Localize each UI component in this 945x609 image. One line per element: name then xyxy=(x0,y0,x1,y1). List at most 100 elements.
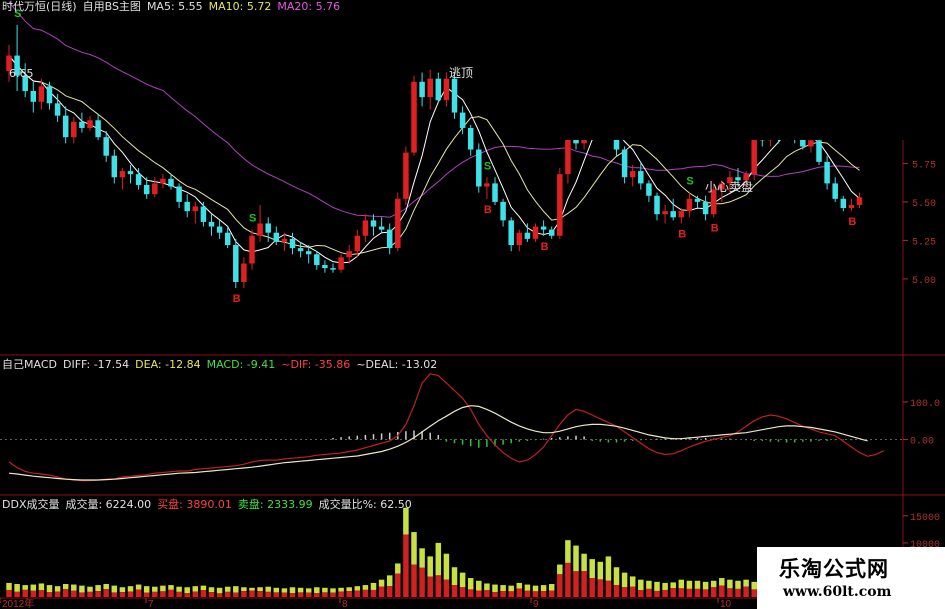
sell-volume-segment xyxy=(476,580,482,591)
sell-volume-segment xyxy=(265,586,271,592)
candle-body xyxy=(200,206,207,222)
volume-bar xyxy=(451,567,458,597)
candle-body xyxy=(557,174,563,236)
overlay-block-middle xyxy=(285,279,660,329)
volume-bar xyxy=(87,586,93,597)
sell-volume-segment xyxy=(386,575,393,587)
candle xyxy=(14,24,20,92)
volume-bar xyxy=(330,588,336,597)
volume-indicator-name[interactable]: DDX成交量 xyxy=(2,498,59,511)
candle xyxy=(87,115,93,132)
sell-volume-segment xyxy=(378,579,385,587)
volume-bar xyxy=(265,586,271,597)
ma5-label: MA5: 5.55 xyxy=(146,0,203,13)
sell-volume-segment xyxy=(484,583,490,591)
candle xyxy=(467,124,474,156)
candle-body xyxy=(346,251,352,258)
candle xyxy=(702,195,709,221)
volume-bar xyxy=(370,582,377,597)
candle xyxy=(297,241,304,258)
sell-volume-segment xyxy=(686,580,693,589)
volume-bar xyxy=(629,576,636,597)
buy-volume-segment xyxy=(62,589,69,597)
buy-volume-segment xyxy=(743,586,749,597)
candle xyxy=(241,257,247,289)
volume-label: 成交量: 6224.00 xyxy=(65,498,152,511)
buy-volume-segment xyxy=(395,573,401,597)
sell-volume-segment xyxy=(54,586,61,592)
candle-body xyxy=(281,238,288,242)
volume-bar xyxy=(152,586,158,597)
candle-body xyxy=(314,254,320,266)
stock-name[interactable]: 时代万恒(日线) xyxy=(2,0,77,13)
sell-volume-segment xyxy=(694,580,701,589)
buy-volume-segment xyxy=(38,590,45,597)
candle-body xyxy=(305,251,312,255)
candle-body xyxy=(176,186,182,202)
candle-body xyxy=(646,183,652,196)
buy-volume-segment xyxy=(386,586,393,597)
date-tick-label: 2012年 xyxy=(2,597,34,609)
volume-bar xyxy=(646,580,652,597)
candle-body xyxy=(540,226,547,230)
sell-volume-segment xyxy=(743,579,749,587)
candle xyxy=(273,226,280,246)
buy-volume-segment xyxy=(589,578,595,597)
buy-volume-segment xyxy=(508,591,514,597)
dea-label: DEA: -12.84 xyxy=(135,358,201,371)
buy-volume-segment xyxy=(200,590,207,597)
sell-volume-segment xyxy=(338,587,344,592)
candle xyxy=(192,201,199,224)
sell-volume-segment xyxy=(38,583,45,591)
buy-volume-segment xyxy=(654,590,660,597)
sell-volume-segment xyxy=(330,588,336,593)
volume-bar xyxy=(111,585,118,597)
volume-bar xyxy=(621,572,628,597)
candle xyxy=(856,192,863,209)
sell-volume-segment xyxy=(362,585,369,590)
buy-signal: B xyxy=(848,216,856,228)
sell-volume-segment xyxy=(135,584,142,590)
candle-body xyxy=(370,220,377,227)
candle xyxy=(427,69,433,110)
buy-signal: B xyxy=(541,241,549,253)
macd-name[interactable]: 自己MACD xyxy=(2,358,57,371)
sell-volume-segment xyxy=(516,582,523,589)
candle-body xyxy=(403,152,409,199)
candle-body xyxy=(62,115,69,138)
buy-volume-segment xyxy=(540,591,547,597)
candle xyxy=(362,214,369,242)
sell-volume-segment xyxy=(249,587,255,591)
candle-body xyxy=(111,155,118,178)
sell-volume-segment xyxy=(662,582,668,590)
sell-volume-segment xyxy=(451,567,458,586)
buy-volume-segment xyxy=(443,579,450,597)
indicator-name[interactable]: 自用BS主图 xyxy=(83,0,141,13)
candle-body xyxy=(686,198,693,212)
candle-body xyxy=(30,91,37,102)
buy-volume-segment xyxy=(378,586,385,597)
candle xyxy=(378,217,385,233)
sell-volume-segment xyxy=(184,587,190,594)
sell-volume-segment xyxy=(411,532,417,565)
buy-volume-segment xyxy=(597,579,604,597)
volume-bar xyxy=(338,587,344,597)
candle-body xyxy=(629,171,636,178)
volume-bar xyxy=(662,582,668,597)
buy-volume-segment xyxy=(476,590,482,597)
candle-body xyxy=(241,263,247,282)
buy-volume-segment xyxy=(435,575,442,597)
volume-bar xyxy=(224,586,231,597)
sell-volume-segment xyxy=(467,578,474,590)
candle xyxy=(152,177,158,198)
candle-body xyxy=(395,198,401,249)
buy-volume-segment xyxy=(646,588,652,597)
buy-volume-segment xyxy=(581,571,587,597)
volume-bar xyxy=(403,507,409,597)
buy-volume-segment xyxy=(241,591,247,597)
volume-bar xyxy=(613,567,620,597)
candle xyxy=(532,223,539,242)
buy-volume-segment xyxy=(532,591,539,597)
sell-volume-segment xyxy=(419,548,425,568)
volume-bar xyxy=(346,587,352,597)
